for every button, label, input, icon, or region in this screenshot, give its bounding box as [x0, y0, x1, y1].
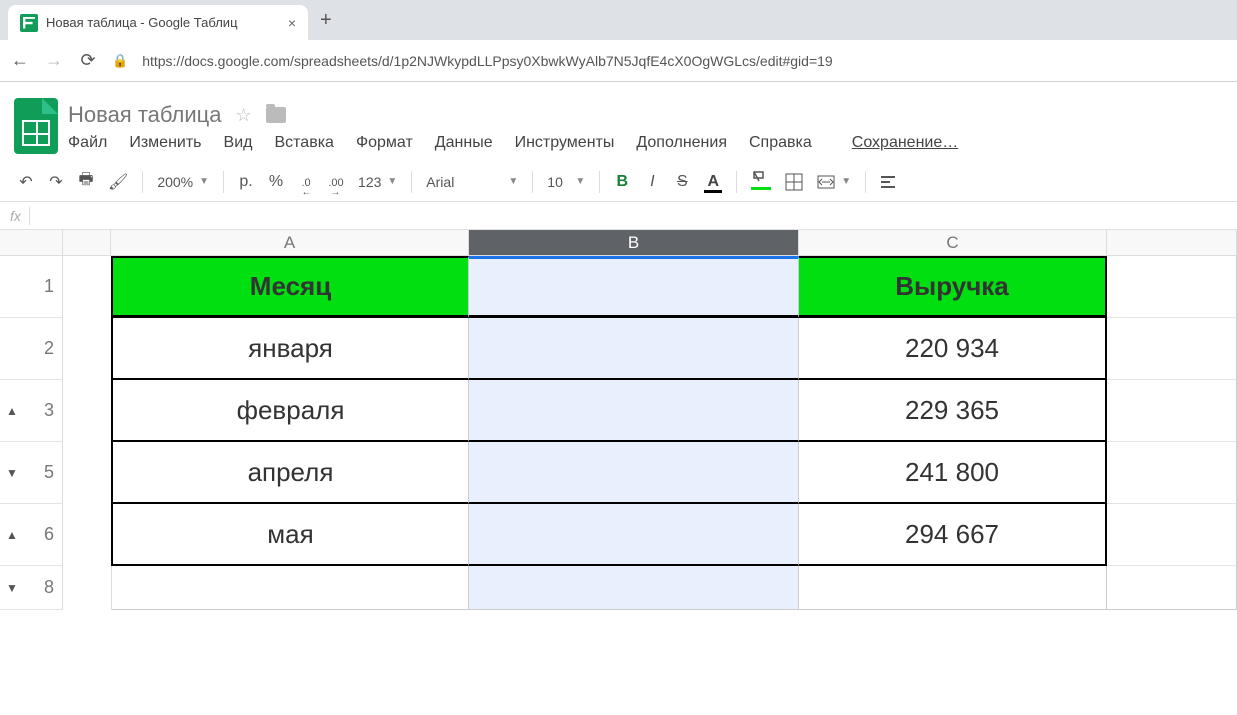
cell-d5[interactable] — [1107, 442, 1237, 504]
back-button[interactable]: ← — [10, 50, 30, 71]
cell-a1[interactable]: Месяц — [111, 256, 469, 318]
row-header-3[interactable]: ▲3 — [0, 380, 63, 442]
strikethrough-button[interactable]: S — [670, 169, 694, 195]
align-button[interactable] — [876, 175, 900, 189]
number-format-select[interactable]: 123▼ — [354, 174, 401, 190]
cell-c2[interactable]: 220 934 — [799, 318, 1107, 380]
cell-b6[interactable] — [469, 504, 799, 566]
row-header-2[interactable]: 2 — [0, 318, 63, 380]
lock-icon: 🔒 — [112, 53, 128, 69]
cell-b1[interactable] — [469, 256, 799, 318]
col-header-spacer — [63, 230, 111, 256]
merge-button[interactable]: ▼ — [813, 175, 855, 189]
cell-b3[interactable] — [469, 380, 799, 442]
font-select[interactable]: Arial▼ — [422, 174, 522, 190]
cell-b5[interactable] — [469, 442, 799, 504]
menu-data[interactable]: Данные — [435, 134, 493, 152]
col-header-a[interactable]: A — [111, 230, 469, 256]
browser-tab[interactable]: Новая таблица - Google Таблиц × — [8, 5, 308, 40]
zoom-select[interactable]: 200%▼ — [153, 174, 213, 190]
menu-addons[interactable]: Дополнения — [636, 134, 727, 152]
menu-help[interactable]: Справка — [749, 134, 812, 152]
sheets-header: Новая таблица ☆ Файл Изменить Вид Вставк… — [0, 82, 1237, 154]
borders-button[interactable] — [781, 169, 807, 195]
currency-button[interactable]: р. — [234, 169, 258, 195]
menu-tools[interactable]: Инструменты — [515, 134, 615, 152]
reload-button[interactable]: ⟳ — [78, 50, 98, 71]
cell-d8[interactable] — [1107, 566, 1237, 610]
cell-a8[interactable] — [111, 566, 469, 610]
toolbar: ↶ ↷ 🖶 🖌 200%▼ р. % .0← .00→ 123▼ Arial▼ … — [0, 162, 1237, 202]
browser-tabs: Новая таблица - Google Таблиц × + — [0, 0, 1237, 40]
col-header-b[interactable]: B — [469, 230, 799, 256]
cell-d2[interactable] — [1107, 318, 1237, 380]
text-color-button[interactable] — [700, 169, 726, 195]
save-status: Сохранение… — [852, 134, 958, 152]
menu-file[interactable]: Файл — [68, 134, 107, 152]
cell-c1[interactable]: Выручка — [799, 256, 1107, 318]
row-header-1[interactable]: 1 — [0, 256, 63, 318]
cell-a5[interactable]: апреля — [111, 442, 469, 504]
spreadsheet-grid: 1 2 ▲3 ▼5 ▲6 ▼8 A B C Месяц Выручка янва… — [0, 230, 1237, 610]
address-bar: ← → ⟳ 🔒 https://docs.google.com/spreadsh… — [0, 40, 1237, 82]
cell-c6[interactable]: 294 667 — [799, 504, 1107, 566]
menu-insert[interactable]: Вставка — [274, 134, 333, 152]
redo-button[interactable]: ↷ — [44, 168, 68, 196]
menu-bar: Файл Изменить Вид Вставка Формат Данные … — [68, 134, 1223, 152]
paint-format-button[interactable]: 🖌 — [104, 168, 132, 196]
undo-button[interactable]: ↶ — [14, 168, 38, 196]
font-size-select[interactable]: 10▼ — [543, 174, 589, 190]
cell-c5[interactable]: 241 800 — [799, 442, 1107, 504]
new-tab-button[interactable]: + — [308, 9, 344, 32]
col-header-c[interactable]: C — [799, 230, 1107, 256]
percent-button[interactable]: % — [264, 169, 288, 195]
corner-cell[interactable] — [0, 230, 63, 256]
row-header-5[interactable]: ▼5 — [0, 442, 63, 504]
menu-edit[interactable]: Изменить — [129, 134, 201, 152]
folder-icon[interactable] — [266, 107, 286, 123]
tab-title: Новая таблица - Google Таблиц — [46, 15, 280, 30]
close-tab-icon[interactable]: × — [288, 15, 296, 31]
italic-button[interactable]: I — [640, 169, 664, 195]
menu-view[interactable]: Вид — [224, 134, 253, 152]
row-header-8[interactable]: ▼8 — [0, 566, 63, 610]
print-button[interactable]: 🖶 — [74, 164, 98, 199]
cell-b8[interactable] — [469, 566, 799, 610]
cell-a2[interactable]: января — [111, 318, 469, 380]
menu-format[interactable]: Формат — [356, 134, 413, 152]
forward-button[interactable]: → — [44, 50, 64, 71]
fill-color-button[interactable] — [747, 166, 775, 197]
cell-c3[interactable]: 229 365 — [799, 380, 1107, 442]
url-field[interactable]: https://docs.google.com/spreadsheets/d/1… — [142, 53, 1227, 69]
formula-bar[interactable]: fx — [0, 202, 1237, 230]
cell-b2[interactable] — [469, 318, 799, 380]
decrease-decimal-button[interactable]: .0← — [294, 169, 318, 195]
col-header-d[interactable] — [1107, 230, 1237, 256]
star-icon[interactable]: ☆ — [235, 105, 251, 126]
row-header-6[interactable]: ▲6 — [0, 504, 63, 566]
doc-title[interactable]: Новая таблица — [68, 102, 221, 128]
cell-d1[interactable] — [1107, 256, 1237, 318]
increase-decimal-button[interactable]: .00→ — [324, 169, 348, 195]
fx-icon: fx — [10, 208, 21, 224]
cell-a3[interactable]: февраля — [111, 380, 469, 442]
bold-button[interactable]: B — [610, 169, 634, 195]
cell-a6[interactable]: мая — [111, 504, 469, 566]
sheets-favicon-icon — [20, 14, 38, 32]
cell-c8[interactable] — [799, 566, 1107, 610]
cell-d6[interactable] — [1107, 504, 1237, 566]
sheets-logo-icon[interactable] — [14, 98, 58, 154]
cell-d3[interactable] — [1107, 380, 1237, 442]
